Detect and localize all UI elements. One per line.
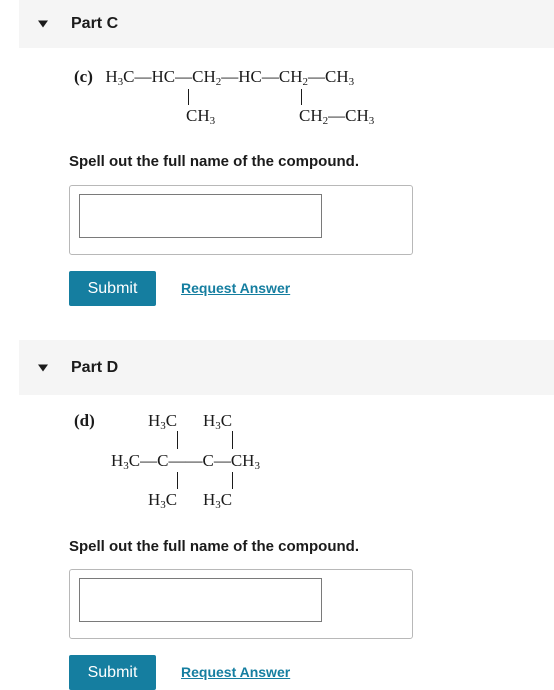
part-d-main-chain: H3C—C——C—CH3 [111, 451, 260, 472]
atom-h: H [203, 490, 216, 509]
atom-h: H [203, 411, 216, 430]
part-d-prompt: Spell out the full name of the compound. [69, 538, 359, 555]
part-c-main-chain: (c) H3C—HC—CH2—HC—CH2—CH3 [74, 67, 354, 88]
caret-down-icon[interactable] [38, 20, 48, 28]
atom-c: C [165, 411, 178, 430]
part-c-answer-input[interactable] [79, 194, 322, 238]
bond: — [328, 106, 346, 125]
atom-h: H [105, 67, 118, 86]
atom-c-quaternary: C [157, 451, 169, 470]
group-ch3: CH [230, 451, 255, 470]
bond: — [221, 67, 239, 86]
subscript: 3 [254, 460, 260, 472]
part-c-label: (c) [74, 67, 93, 86]
group-hc-1: HC [151, 67, 176, 86]
part-d-header[interactable]: Part D [19, 340, 554, 395]
bond-vertical [177, 431, 178, 449]
bond-vertical [177, 472, 178, 489]
part-d-request-answer-link[interactable]: Request Answer [181, 664, 290, 680]
atom-c: C [220, 411, 233, 430]
group-ch3: CH [345, 106, 369, 125]
part-d-label: (d) [74, 411, 95, 430]
group-ch3: CH [186, 106, 210, 125]
atom-h: H [148, 411, 161, 430]
part-d-bottom-left-methyl: H3C [148, 490, 177, 511]
group-hc-2: HC [238, 67, 262, 86]
part-d-top-left-methyl: H3C [148, 411, 177, 432]
subscript: 3 [209, 115, 216, 127]
caret-down-icon[interactable] [38, 364, 48, 371]
group-ch2-2: CH [278, 67, 303, 86]
part-c-prompt: Spell out the full name of the compound. [69, 153, 359, 170]
atom-c: C [220, 490, 233, 509]
part-c-branch-methyl: CH3 [186, 106, 215, 127]
group-ch3: CH [325, 67, 349, 86]
group-ch2-1: CH [192, 67, 216, 86]
part-d-label-wrap: (d) [74, 411, 95, 431]
part-d-bottom-right-methyl: H3C [203, 490, 232, 511]
part-c-answer-panel [69, 185, 413, 255]
bond-vertical [232, 431, 233, 449]
bond: — [140, 451, 158, 470]
part-c-header[interactable]: Part C [19, 0, 554, 48]
bond-vertical [301, 89, 302, 105]
bond-vertical [188, 89, 189, 105]
atom-h: H [148, 490, 161, 509]
bond: — [175, 67, 193, 86]
atom-c-quaternary: C [202, 451, 214, 470]
part-d-top-right-methyl: H3C [203, 411, 232, 432]
bond-vertical [232, 472, 233, 489]
part-c-branch-ethyl: CH2—CH3 [299, 106, 374, 127]
bond: — [134, 67, 152, 86]
bond: — [261, 67, 279, 86]
part-d-answer-panel [69, 569, 413, 639]
part-c-title: Part C [71, 15, 119, 32]
bond: — [213, 451, 231, 470]
bond: —— [168, 451, 203, 470]
part-d-answer-input[interactable] [79, 578, 322, 622]
bond: — [308, 67, 325, 86]
part-d-submit-button[interactable]: Submit [69, 655, 156, 690]
atom-c: C [123, 67, 135, 86]
part-c-submit-button[interactable]: Submit [69, 271, 156, 306]
part-d-title: Part D [71, 358, 119, 376]
subscript: 3 [368, 115, 375, 127]
part-c-request-answer-link[interactable]: Request Answer [181, 280, 290, 296]
subscript: 3 [348, 76, 355, 88]
atom-c: C [165, 490, 178, 509]
group-ch2: CH [299, 106, 323, 125]
atom-h: H [111, 451, 124, 470]
atom-c: C [128, 451, 141, 470]
